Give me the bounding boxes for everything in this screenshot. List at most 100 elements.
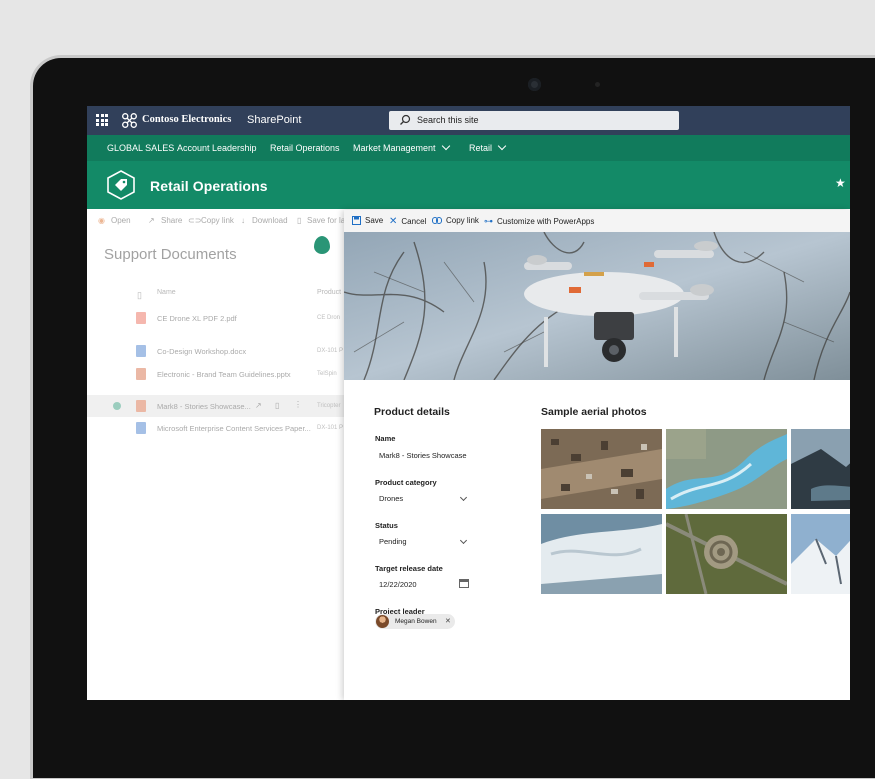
powerpoint-file-icon xyxy=(136,368,146,380)
aerial-photo-thumbnail[interactable] xyxy=(791,514,850,594)
download-button[interactable]: Download xyxy=(252,216,288,225)
word-file-icon xyxy=(136,422,146,434)
copy-link-button[interactable]: Copy link xyxy=(432,216,479,225)
customize-powerapps-button[interactable]: ⊶ Customize with PowerApps xyxy=(484,216,594,227)
chevron-down-icon xyxy=(441,141,450,151)
share-button[interactable]: Share xyxy=(161,216,182,225)
selected-check-icon[interactable] xyxy=(113,402,121,410)
hub-nav-account-leadership[interactable]: Account Leadership xyxy=(177,143,257,153)
file-row[interactable]: Microsoft Enterprise Content Services Pa… xyxy=(87,417,347,439)
pdf-file-icon xyxy=(136,312,146,324)
search-icon xyxy=(400,114,411,125)
file-product: DX-101 P xyxy=(317,348,344,354)
file-name[interactable]: Electronic - Brand Team Guidelines.pptx xyxy=(157,370,291,379)
aerial-photo-thumbnail[interactable] xyxy=(666,429,787,509)
library-title: Support Documents xyxy=(104,246,237,263)
powerapps-icon: ⊶ xyxy=(484,216,493,226)
release-date-label: Target release date xyxy=(375,564,443,573)
cancel-label: Cancel xyxy=(401,217,427,226)
file-row[interactable]: CE Drone XL PDF 2.pdf CE Dron xyxy=(87,307,347,329)
follow-star-icon[interactable]: ★ xyxy=(835,176,846,190)
link-icon: ⊂⊃ xyxy=(188,216,202,225)
document-library: ◉ Open ↗ Share ⊂⊃ Copy link ↓ Download ▯… xyxy=(87,209,347,700)
item-edit-panel: Save ✕ Cancel Copy link ⊶ Customize with… xyxy=(344,210,850,700)
hub-nav-retail-label: Retail xyxy=(469,143,493,153)
sensor-dot xyxy=(595,82,600,87)
share-icon[interactable]: ↗ xyxy=(255,401,262,410)
save-for-later-icon: ▯ xyxy=(297,216,302,225)
file-product: CE Dron xyxy=(317,315,341,321)
sample-photos-title: Sample aerial photos xyxy=(541,406,647,418)
product-details-title: Product details xyxy=(374,406,450,418)
status-label: Status xyxy=(375,521,398,530)
hub-nav-retail[interactable]: Retail xyxy=(469,141,507,153)
hub-nav-market-management[interactable]: Market Management xyxy=(353,141,450,153)
status-dropdown[interactable]: Pending xyxy=(379,537,407,546)
hub-nav-retail-operations[interactable]: Retail Operations xyxy=(270,143,340,153)
brand-name[interactable]: Contoso Electronics xyxy=(142,114,231,125)
file-row-selected[interactable]: Mark8 - Stories Showcase... ↗ ▯ ⋮ Tricop… xyxy=(87,395,347,417)
search-input[interactable]: Search this site xyxy=(417,115,479,125)
cancel-button[interactable]: ✕ Cancel xyxy=(389,216,426,227)
word-file-icon xyxy=(136,345,146,357)
file-row[interactable]: Electronic - Brand Team Guidelines.pptx … xyxy=(87,363,347,385)
panel-command-bar: Save ✕ Cancel Copy link ⊶ Customize with… xyxy=(344,210,850,232)
aerial-photo-thumbnail[interactable] xyxy=(541,514,662,594)
app-name[interactable]: SharePoint xyxy=(247,114,301,126)
file-product: DX-101 P xyxy=(317,425,344,431)
open-icon: ◉ xyxy=(98,216,105,225)
column-header-name[interactable]: Name xyxy=(157,289,176,296)
powerpoint-file-icon xyxy=(136,400,146,412)
save-label: Save xyxy=(365,216,384,225)
suite-bar: Contoso Electronics SharePoint Search th… xyxy=(87,106,850,135)
file-product: Tricopter xyxy=(317,403,341,409)
open-button[interactable]: Open xyxy=(111,216,131,225)
file-name[interactable]: CE Drone XL PDF 2.pdf xyxy=(157,314,237,323)
chevron-down-icon xyxy=(497,141,507,151)
contoso-logo-icon xyxy=(122,113,137,128)
search-box[interactable]: Search this site xyxy=(389,111,679,130)
aerial-photo-thumbnail[interactable] xyxy=(791,429,850,509)
remove-person-icon[interactable]: ✕ xyxy=(445,617,451,625)
chevron-down-icon[interactable] xyxy=(459,493,468,502)
name-field[interactable]: Mark8 - Stories Showcase xyxy=(379,451,467,460)
save-for-later-button[interactable]: Save for la xyxy=(307,216,345,225)
save-button[interactable]: Save xyxy=(352,216,383,225)
column-header-product[interactable]: Product xyxy=(317,289,341,296)
calendar-icon[interactable] xyxy=(459,579,469,588)
aerial-photo-thumbnail[interactable] xyxy=(666,514,787,594)
file-row[interactable]: Co-Design Workshop.docx DX-101 P xyxy=(87,340,347,362)
hub-nav-market-management-label: Market Management xyxy=(353,143,436,153)
file-type-header-icon: ▯ xyxy=(137,290,142,300)
camera-icon xyxy=(528,78,541,91)
save-icon xyxy=(352,216,361,225)
more-icon[interactable]: ⋮ xyxy=(294,400,302,409)
project-leader-name: Megan Bowen xyxy=(395,618,437,625)
copy-link-label: Copy link xyxy=(446,216,479,225)
app-launcher-icon[interactable] xyxy=(96,114,108,126)
chevron-down-icon[interactable] xyxy=(459,536,468,545)
aerial-photo-thumbnail[interactable] xyxy=(541,429,662,509)
copy-link-button[interactable]: Copy link xyxy=(201,216,234,225)
release-date-field[interactable]: 12/22/2020 xyxy=(379,580,417,589)
customize-powerapps-label: Customize with PowerApps xyxy=(497,217,595,226)
avatar xyxy=(376,615,389,628)
link-icon xyxy=(432,217,442,224)
category-label: Product category xyxy=(375,478,437,487)
file-name[interactable]: Co-Design Workshop.docx xyxy=(157,347,246,356)
file-name[interactable]: Mark8 - Stories Showcase... xyxy=(157,402,251,411)
site-header: Retail Operations ★ xyxy=(87,161,850,209)
drone-hero-image xyxy=(344,232,850,380)
project-leader-persona[interactable]: Megan Bowen ✕ xyxy=(375,614,455,629)
file-name[interactable]: Microsoft Enterprise Content Services Pa… xyxy=(157,424,311,433)
library-command-bar: ◉ Open ↗ Share ⊂⊃ Copy link ↓ Download ▯… xyxy=(87,209,347,231)
file-product: TelSpin xyxy=(317,371,337,377)
category-dropdown[interactable]: Drones xyxy=(379,494,403,503)
screen: Contoso Electronics SharePoint Search th… xyxy=(87,106,850,700)
comment-icon[interactable]: ▯ xyxy=(275,401,279,410)
site-title[interactable]: Retail Operations xyxy=(150,178,268,194)
powerapps-drop-icon xyxy=(314,236,330,254)
hub-nav-global-sales[interactable]: GLOBAL SALES xyxy=(107,143,174,153)
name-label: Name xyxy=(375,434,396,443)
hub-nav: GLOBAL SALES Account Leadership Retail O… xyxy=(87,135,850,161)
